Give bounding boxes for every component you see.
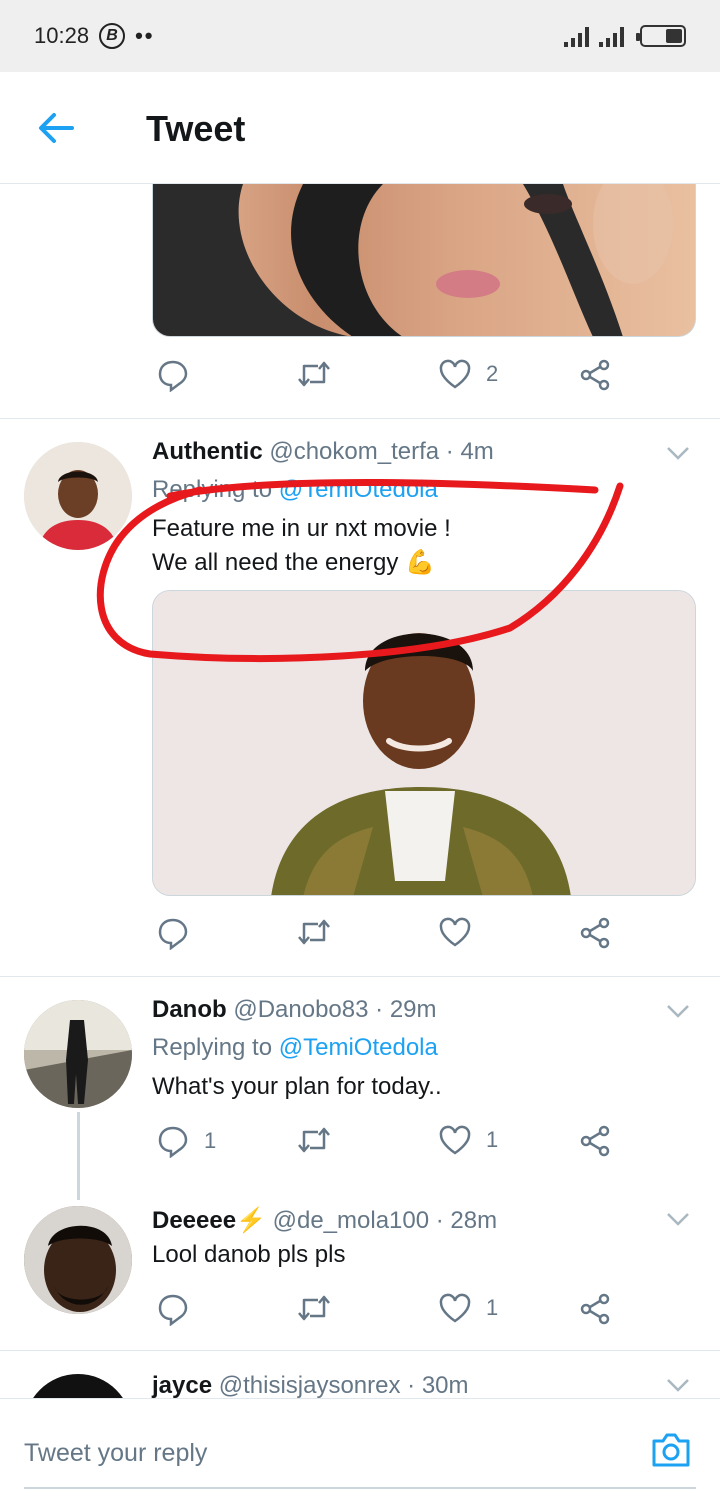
tweet-actions: [152, 916, 622, 956]
retweet-button[interactable]: [296, 1124, 332, 1156]
tweet-media-image[interactable]: [152, 184, 696, 337]
share-button[interactable]: [578, 1292, 612, 1326]
share-icon: [580, 1125, 610, 1157]
retweet-button[interactable]: [296, 1292, 332, 1324]
tweet-time: · 30m: [407, 1372, 469, 1399]
display-name[interactable]: Danob: [152, 996, 227, 1023]
like-button[interactable]: 1: [438, 1292, 498, 1324]
tweet-header: jayce @thisisjaysonrex · 30m: [152, 1372, 469, 1400]
retweet-button[interactable]: [296, 358, 332, 390]
share-icon: [580, 917, 610, 949]
retweet-icon: [298, 361, 330, 387]
display-name[interactable]: Authentic: [152, 438, 263, 465]
like-button[interactable]: [438, 916, 472, 948]
tweet-time: · 29m: [375, 996, 437, 1023]
user-handle[interactable]: @Danobo83: [233, 996, 368, 1023]
status-bar: 10:28 B ••: [0, 0, 720, 72]
replying-label: Replying to: [152, 1034, 273, 1061]
retweet-icon: [298, 919, 330, 945]
tweet-header: Authentic @chokom_terfa · 4m: [152, 438, 494, 466]
reply-icon: [158, 918, 188, 950]
like-button[interactable]: 1: [438, 1124, 498, 1156]
tweet-time: · 4m: [445, 438, 494, 465]
tweet-text: What's your plan for today..: [152, 1073, 442, 1100]
camera-icon[interactable]: [650, 1431, 692, 1469]
chevron-down-icon[interactable]: [666, 446, 690, 460]
tweet-actions: 2: [152, 358, 622, 398]
chevron-down-icon[interactable]: [666, 1378, 690, 1392]
heart-icon: [439, 917, 471, 947]
mention-link[interactable]: @TemiOtedola: [279, 1034, 438, 1061]
reply-button[interactable]: 1: [156, 1124, 216, 1158]
reply-button[interactable]: [156, 1292, 190, 1326]
page-title: Tweet: [146, 108, 246, 149]
reply-button[interactable]: [156, 358, 190, 392]
display-name[interactable]: jayce: [152, 1372, 212, 1399]
retweet-icon: [298, 1127, 330, 1153]
divider: [0, 976, 720, 977]
notification-dots: ••: [135, 23, 155, 48]
avatar[interactable]: [24, 1374, 132, 1398]
divider: [0, 418, 720, 419]
reply-count: 1: [204, 1128, 217, 1153]
share-button[interactable]: [578, 358, 612, 392]
reply-composer[interactable]: Tweet your reply: [0, 1398, 720, 1500]
thread-connector: [77, 1112, 80, 1200]
like-button[interactable]: 2: [438, 358, 498, 390]
portrait-illustration: [153, 184, 673, 336]
retweet-button[interactable]: [296, 916, 332, 948]
avatar-photo: [24, 1000, 132, 1108]
avatar-photo: [24, 1206, 132, 1314]
battery-icon: [636, 25, 686, 47]
share-button[interactable]: [578, 1124, 612, 1158]
share-button[interactable]: [578, 916, 612, 950]
tweet-actions: 1 1: [152, 1124, 622, 1164]
arrow-left-icon[interactable]: [36, 110, 76, 146]
top-app-bar: Tweet: [0, 72, 720, 184]
share-icon: [580, 1293, 610, 1325]
share-icon: [580, 359, 610, 391]
app-badge-icon: B: [99, 23, 126, 49]
reply-icon: [158, 1294, 188, 1326]
reply-icon: [158, 360, 188, 392]
display-name[interactable]: Deeeee⚡: [152, 1207, 266, 1234]
avatar[interactable]: [24, 1206, 132, 1314]
tweet-time: · 28m: [435, 1207, 498, 1234]
signal-2-icon: [599, 27, 624, 47]
chevron-down-icon[interactable]: [666, 1212, 690, 1226]
reply-input[interactable]: Tweet your reply: [24, 1439, 207, 1468]
tweet-actions: 1: [152, 1292, 622, 1332]
heart-icon: [439, 359, 471, 389]
red-annotation-circle: [96, 479, 624, 662]
tweet-header: Danob @Danobo83 · 29m: [152, 996, 437, 1024]
chevron-down-icon[interactable]: [666, 1004, 690, 1018]
user-handle[interactable]: @de_mola100: [273, 1207, 429, 1234]
avatar[interactable]: [24, 1000, 132, 1108]
tweet-text: Lool danob pls pls: [152, 1241, 346, 1268]
retweet-icon: [298, 1295, 330, 1321]
input-underline: [24, 1487, 696, 1489]
status-time: 10:28: [34, 23, 90, 48]
heart-icon: [439, 1293, 471, 1323]
replying-to: Replying to @TemiOtedola: [152, 1034, 438, 1062]
signal-icon: [564, 27, 589, 47]
like-count: 2: [486, 361, 499, 386]
reply-button[interactable]: [156, 916, 190, 950]
divider: [0, 1350, 720, 1351]
user-handle[interactable]: @thisisjaysonrex: [219, 1372, 401, 1399]
user-handle[interactable]: @chokom_terfa: [269, 438, 439, 465]
like-count: 1: [486, 1295, 499, 1320]
reply-icon: [158, 1126, 188, 1158]
tweet-header: Deeeee⚡ @de_mola100 · 28m: [152, 1206, 497, 1235]
like-count: 1: [486, 1127, 499, 1152]
heart-icon: [439, 1125, 471, 1155]
